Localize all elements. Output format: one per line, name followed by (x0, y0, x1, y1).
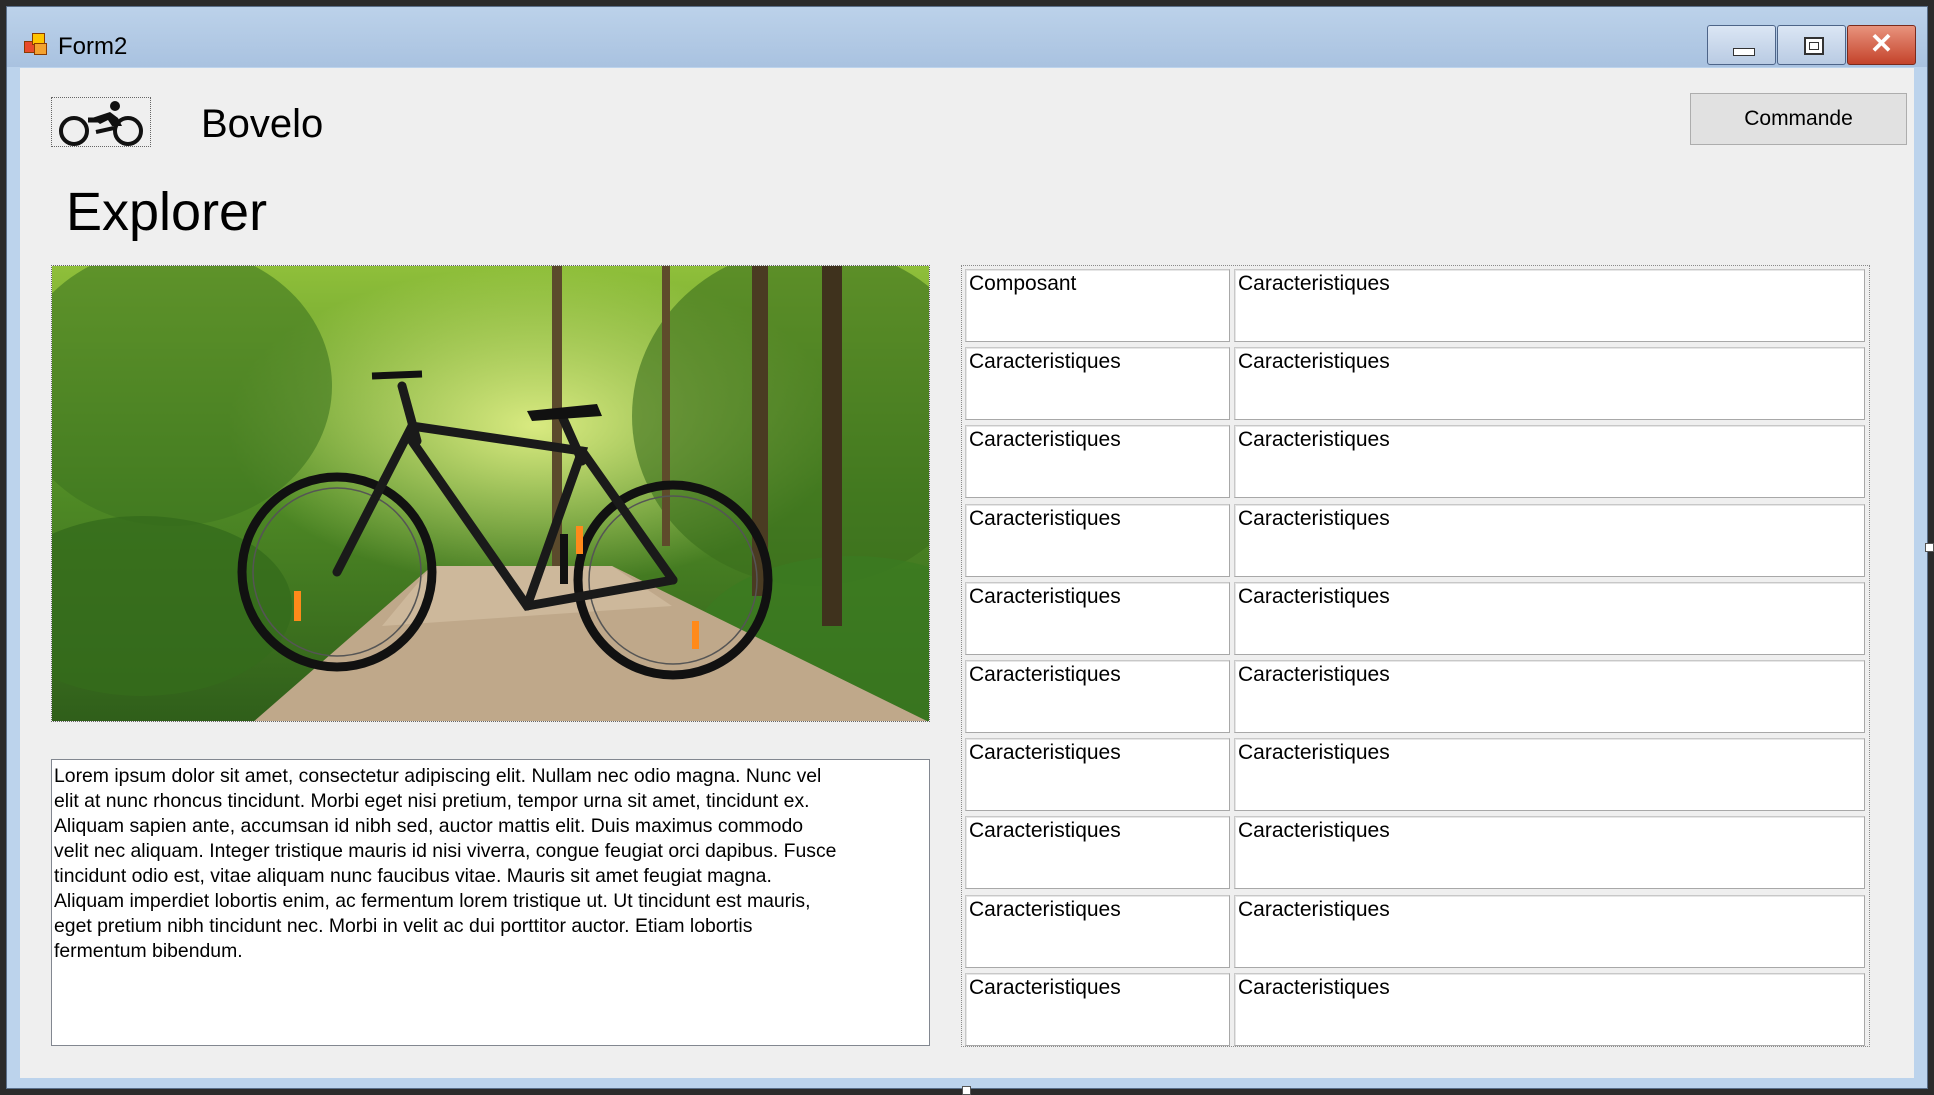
table-cell-characteristics: Caracteristiques (1234, 582, 1865, 655)
table-cell-component: Caracteristiques (965, 660, 1230, 733)
table-cell-component: Caracteristiques (965, 504, 1230, 577)
brand-label: Bovelo (201, 102, 324, 146)
table-cell-characteristics: Caracteristiques (1234, 895, 1865, 968)
table-cell-characteristics: Caracteristiques (1234, 425, 1865, 498)
description-textbox[interactable]: Lorem ipsum dolor sit amet, consectetur … (51, 759, 930, 1046)
maximize-icon (1804, 37, 1824, 55)
form-window: Form2 ✕ Bovelo Commande Explorer Lorem i… (6, 6, 1928, 1089)
title-bar[interactable]: Form2 ✕ (7, 7, 1927, 67)
table-cell-component: Composant (965, 269, 1230, 342)
table-cell-component: Caracteristiques (965, 347, 1230, 420)
minimize-button[interactable] (1707, 25, 1776, 65)
table-cell-component: Caracteristiques (965, 738, 1230, 811)
table-cell-characteristics: Caracteristiques (1234, 504, 1865, 577)
page-title: Explorer (66, 182, 268, 242)
table-cell-component: Caracteristiques (965, 973, 1230, 1046)
commande-button[interactable]: Commande (1690, 93, 1907, 145)
logo-picturebox (51, 97, 151, 147)
table-cell-component: Caracteristiques (965, 425, 1230, 498)
table-cell-characteristics: Caracteristiques (1234, 347, 1865, 420)
minimize-icon (1733, 48, 1755, 56)
components-table: Composant Caracteristiques Caracteristique… (961, 265, 1870, 1047)
table-cell-characteristics: Caracteristiques (1234, 269, 1865, 342)
close-button[interactable]: ✕ (1847, 25, 1916, 65)
cyclist-icon (59, 101, 143, 146)
table-cell-characteristics: Caracteristiques (1234, 660, 1865, 733)
table-cell-component: Caracteristiques (965, 582, 1230, 655)
window-title: Form2 (58, 33, 128, 60)
app-icon (24, 33, 48, 55)
table-cell-characteristics: Caracteristiques (1234, 738, 1865, 811)
table-cell-component: Caracteristiques (965, 895, 1230, 968)
close-icon: ✕ (1869, 28, 1894, 59)
resize-handle-bottom[interactable] (962, 1086, 971, 1095)
table-cell-characteristics: Caracteristiques (1234, 816, 1865, 889)
bike-photo (51, 265, 930, 722)
form-client-area: Bovelo Commande Explorer Lorem ipsum dol… (20, 68, 1914, 1078)
resize-handle-right[interactable] (1925, 543, 1934, 552)
maximize-button[interactable] (1777, 25, 1846, 65)
table-cell-component: Caracteristiques (965, 816, 1230, 889)
table-cell-characteristics: Caracteristiques (1234, 973, 1865, 1046)
